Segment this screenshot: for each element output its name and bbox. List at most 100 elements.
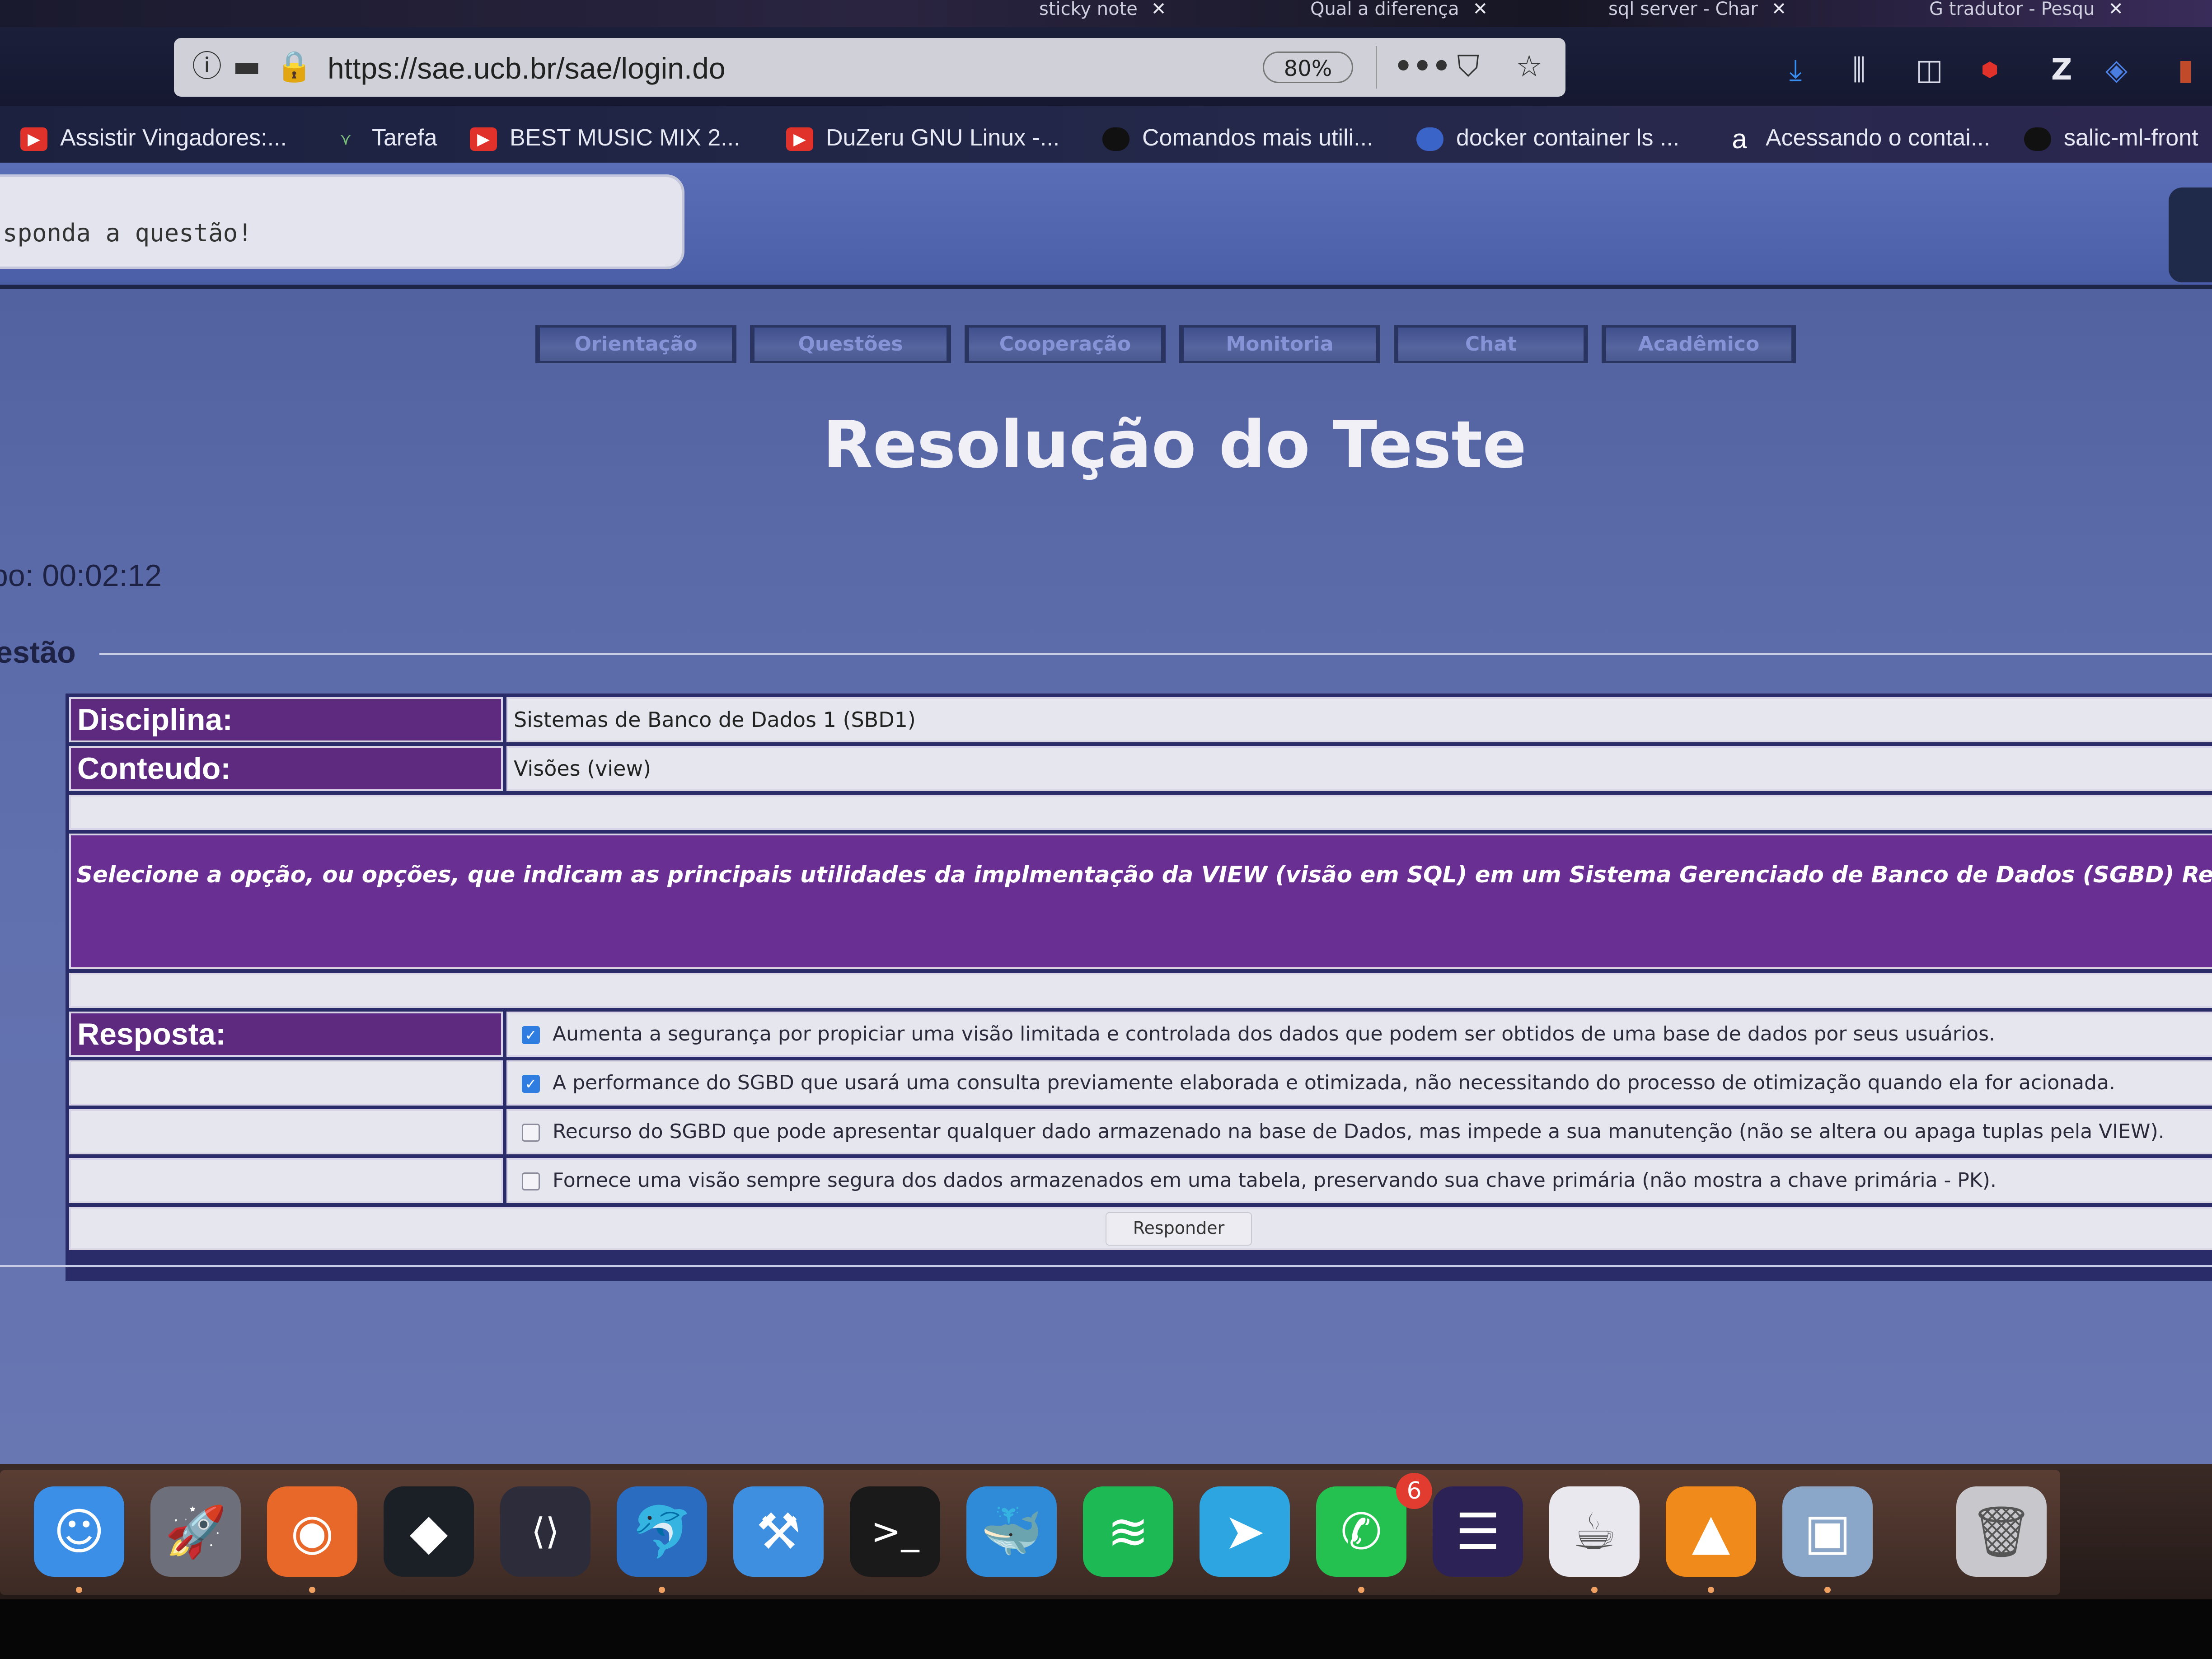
disciplina-label: Disciplina: — [69, 697, 503, 742]
running-indicator — [76, 1587, 82, 1593]
insecure-lock-icon[interactable]: 🔒 — [276, 51, 313, 82]
browser-tab[interactable]: Qual a diferença ✕ — [1310, 0, 1563, 25]
bookmark-item[interactable]: ▶ Assistir Vingadores:... — [20, 124, 287, 151]
resposta-label: Resposta: — [69, 1012, 503, 1057]
bookmark-label: salic-ml-front — [2064, 125, 2198, 151]
bookmark-item[interactable]: a Acessando o contai... — [1726, 124, 1991, 155]
close-icon[interactable]: ✕ — [1771, 0, 1787, 19]
browser-tab-strip: sticky note ✕ Qual a diferença ✕ sql serve… — [0, 0, 2212, 27]
preview-icon[interactable]: ▣ — [1782, 1486, 1873, 1577]
info-icon[interactable]: ⓘ — [192, 51, 222, 82]
browser-toolbar: ⓘ ▬ 🔒 https://sae.ucb.br/sae/login.do 80… — [0, 27, 2212, 106]
bookmark-item[interactable]: salic-ml-front — [2024, 124, 2198, 151]
bookmark-item[interactable]: ⋎ Tarefa — [332, 124, 437, 151]
xcode-icon[interactable]: ⚒ — [733, 1486, 824, 1577]
browser-tab[interactable]: G tradutor - Pesqu ✕ — [1929, 0, 2209, 25]
running-indicator — [1708, 1587, 1714, 1593]
sidebar-icon[interactable]: ◫ — [1916, 54, 1943, 86]
bookmark-item[interactable]: docker container ls ... — [1416, 124, 1679, 151]
spotify-icon[interactable]: ≋ — [1083, 1486, 1173, 1577]
checkbox-checked[interactable]: ✓ — [522, 1026, 540, 1044]
nav-tab-questoes[interactable]: Questões — [750, 325, 951, 363]
header-message: sponda a questão! — [3, 219, 253, 247]
eclipse-icon[interactable]: ☰ — [1433, 1486, 1523, 1577]
firefox-icon[interactable]: ◉ — [267, 1486, 357, 1577]
bookmark-item[interactable]: ▶ DuZeru GNU Linux -... — [786, 124, 1059, 151]
browser-tab[interactable]: sticky note ✕ — [1039, 0, 1265, 25]
vlc-icon[interactable]: ▲ — [1666, 1486, 1756, 1577]
question-table: Disciplina: Sistemas de Banco de Dados 1… — [66, 694, 2212, 1281]
address-bar[interactable]: ⓘ ▬ 🔒 https://sae.ucb.br/sae/login.do 80… — [174, 38, 1565, 97]
docker-icon[interactable]: 🐳 — [966, 1486, 1057, 1577]
empty-label-cell — [69, 1109, 503, 1154]
nav-tab-cooperacao[interactable]: Cooperação — [965, 325, 1166, 363]
running-indicator — [1824, 1587, 1831, 1593]
tab-label: sql server - Char — [1608, 0, 1758, 19]
answer-option[interactable]: ✓ A performance do SGBD que usará uma con… — [506, 1060, 2212, 1106]
running-indicator — [1591, 1587, 1598, 1593]
bookmarks-bar: ▶ Assistir Vingadores:... ⋎ Tarefa ▶ BEST M… — [0, 106, 2212, 163]
telegram-icon[interactable]: ➤ — [1200, 1486, 1290, 1577]
permissions-icon[interactable]: ▬ — [233, 51, 261, 82]
nav-tab-chat[interactable]: Chat — [1394, 325, 1588, 363]
zoom-level-badge[interactable]: 80% — [1263, 52, 1353, 83]
youtube-icon: ▶ — [20, 127, 47, 151]
option-text: Recurso do SGBD que pode apresentar qual… — [553, 1120, 2165, 1143]
launchpad-icon[interactable]: 🚀 — [150, 1486, 241, 1577]
bookmark-label: Tarefa — [372, 125, 437, 151]
adblock-icon[interactable]: ⬢ — [1981, 54, 1998, 86]
conteudo-label: Conteudo: — [69, 746, 503, 791]
question-cell: Selecione a opção, ou opções, que indica… — [69, 834, 2212, 969]
browser-tab[interactable]: sql server - Char ✕ — [1608, 0, 1889, 25]
bookmark-item[interactable]: Comandos mais utili... — [1102, 124, 1373, 151]
trash-icon[interactable]: 🗑 — [1956, 1486, 2047, 1577]
mysql-workbench-icon[interactable]: 🐬 — [617, 1486, 707, 1577]
nav-tab-monitoria[interactable]: Monitoria — [1179, 325, 1380, 363]
running-indicator — [309, 1587, 315, 1593]
answer-option[interactable]: ✓ Aumenta a segurança por propiciar uma v… — [506, 1012, 2212, 1057]
nav-tab-orientacao[interactable]: Orientação — [535, 325, 736, 363]
bookmark-star-icon[interactable]: ☆ — [1516, 51, 1542, 82]
page-title: Resolução do Teste — [823, 407, 1527, 483]
page-actions-menu-icon[interactable]: ••• — [1394, 51, 1451, 82]
separator — [1376, 46, 1377, 89]
bookmark-label: Assistir Vingadores:... — [60, 125, 287, 151]
whatsapp-icon[interactable]: ✆ — [1316, 1486, 1406, 1577]
header-message-box: sponda a questão! — [0, 174, 684, 269]
responder-button[interactable]: Responder — [1106, 1212, 1252, 1246]
macos-dock: ☺ 🚀 ◉ ◆ ⟨⟩ 🐬 ⚒ >_ 🐳 ≋ ➤ ✆ ☰ ☕ ▲ ▣ 🗑 6 — [0, 1464, 2212, 1599]
youtube-icon: ▶ — [470, 127, 497, 151]
terminal-icon[interactable]: >_ — [850, 1486, 940, 1577]
close-icon[interactable]: ✕ — [1151, 0, 1167, 19]
bookmark-item[interactable]: ▶ BEST MUSIC MIX 2... — [470, 124, 740, 151]
bookmark-label: Acessando o contai... — [1766, 125, 1991, 151]
zotero-icon[interactable]: Z — [2051, 54, 2072, 86]
checkbox-unchecked[interactable] — [522, 1124, 540, 1142]
close-icon[interactable]: ✕ — [2108, 0, 2123, 19]
submit-row: Responder — [69, 1207, 2212, 1250]
question-text: Selecione a opção, ou opções, que indica… — [76, 862, 2212, 888]
extension-icon[interactable]: ▮ — [2178, 54, 2193, 86]
github-icon — [2024, 127, 2051, 151]
option-text: A performance do SGBD que usará uma cons… — [553, 1071, 2116, 1094]
web-page: sponda a questão! Orientação Questões Co… — [0, 163, 2212, 1464]
docker-bookmark-icon — [1416, 127, 1443, 151]
checkbox-unchecked[interactable] — [522, 1172, 540, 1190]
nav-tab-academico[interactable]: Acadêmico — [1602, 325, 1796, 363]
download-icon[interactable]: ⤓ — [1789, 54, 1802, 86]
checkbox-checked[interactable]: ✓ — [522, 1075, 540, 1093]
vscode-icon[interactable]: ⟨⟩ — [500, 1486, 590, 1577]
url-text[interactable]: https://sae.ucb.br/sae/login.do — [328, 52, 726, 84]
answer-option[interactable]: Recurso do SGBD que pode apresentar qual… — [506, 1109, 2212, 1154]
site-icon: a — [1732, 124, 1747, 155]
filmora-icon[interactable]: ◆ — [384, 1486, 474, 1577]
close-icon[interactable]: ✕ — [1473, 0, 1488, 19]
tab-label: sticky note — [1039, 0, 1138, 19]
pocket-icon[interactable]: ⛉ — [1457, 51, 1480, 82]
running-indicator — [659, 1587, 665, 1593]
answer-option[interactable]: Fornece uma visão sempre segura dos dado… — [506, 1158, 2212, 1203]
translate-icon[interactable]: ◈ — [2105, 54, 2128, 86]
java-icon[interactable]: ☕ — [1549, 1486, 1640, 1577]
finder-icon[interactable]: ☺ — [34, 1486, 124, 1577]
library-icon[interactable]: ⫼ — [1852, 54, 1865, 86]
